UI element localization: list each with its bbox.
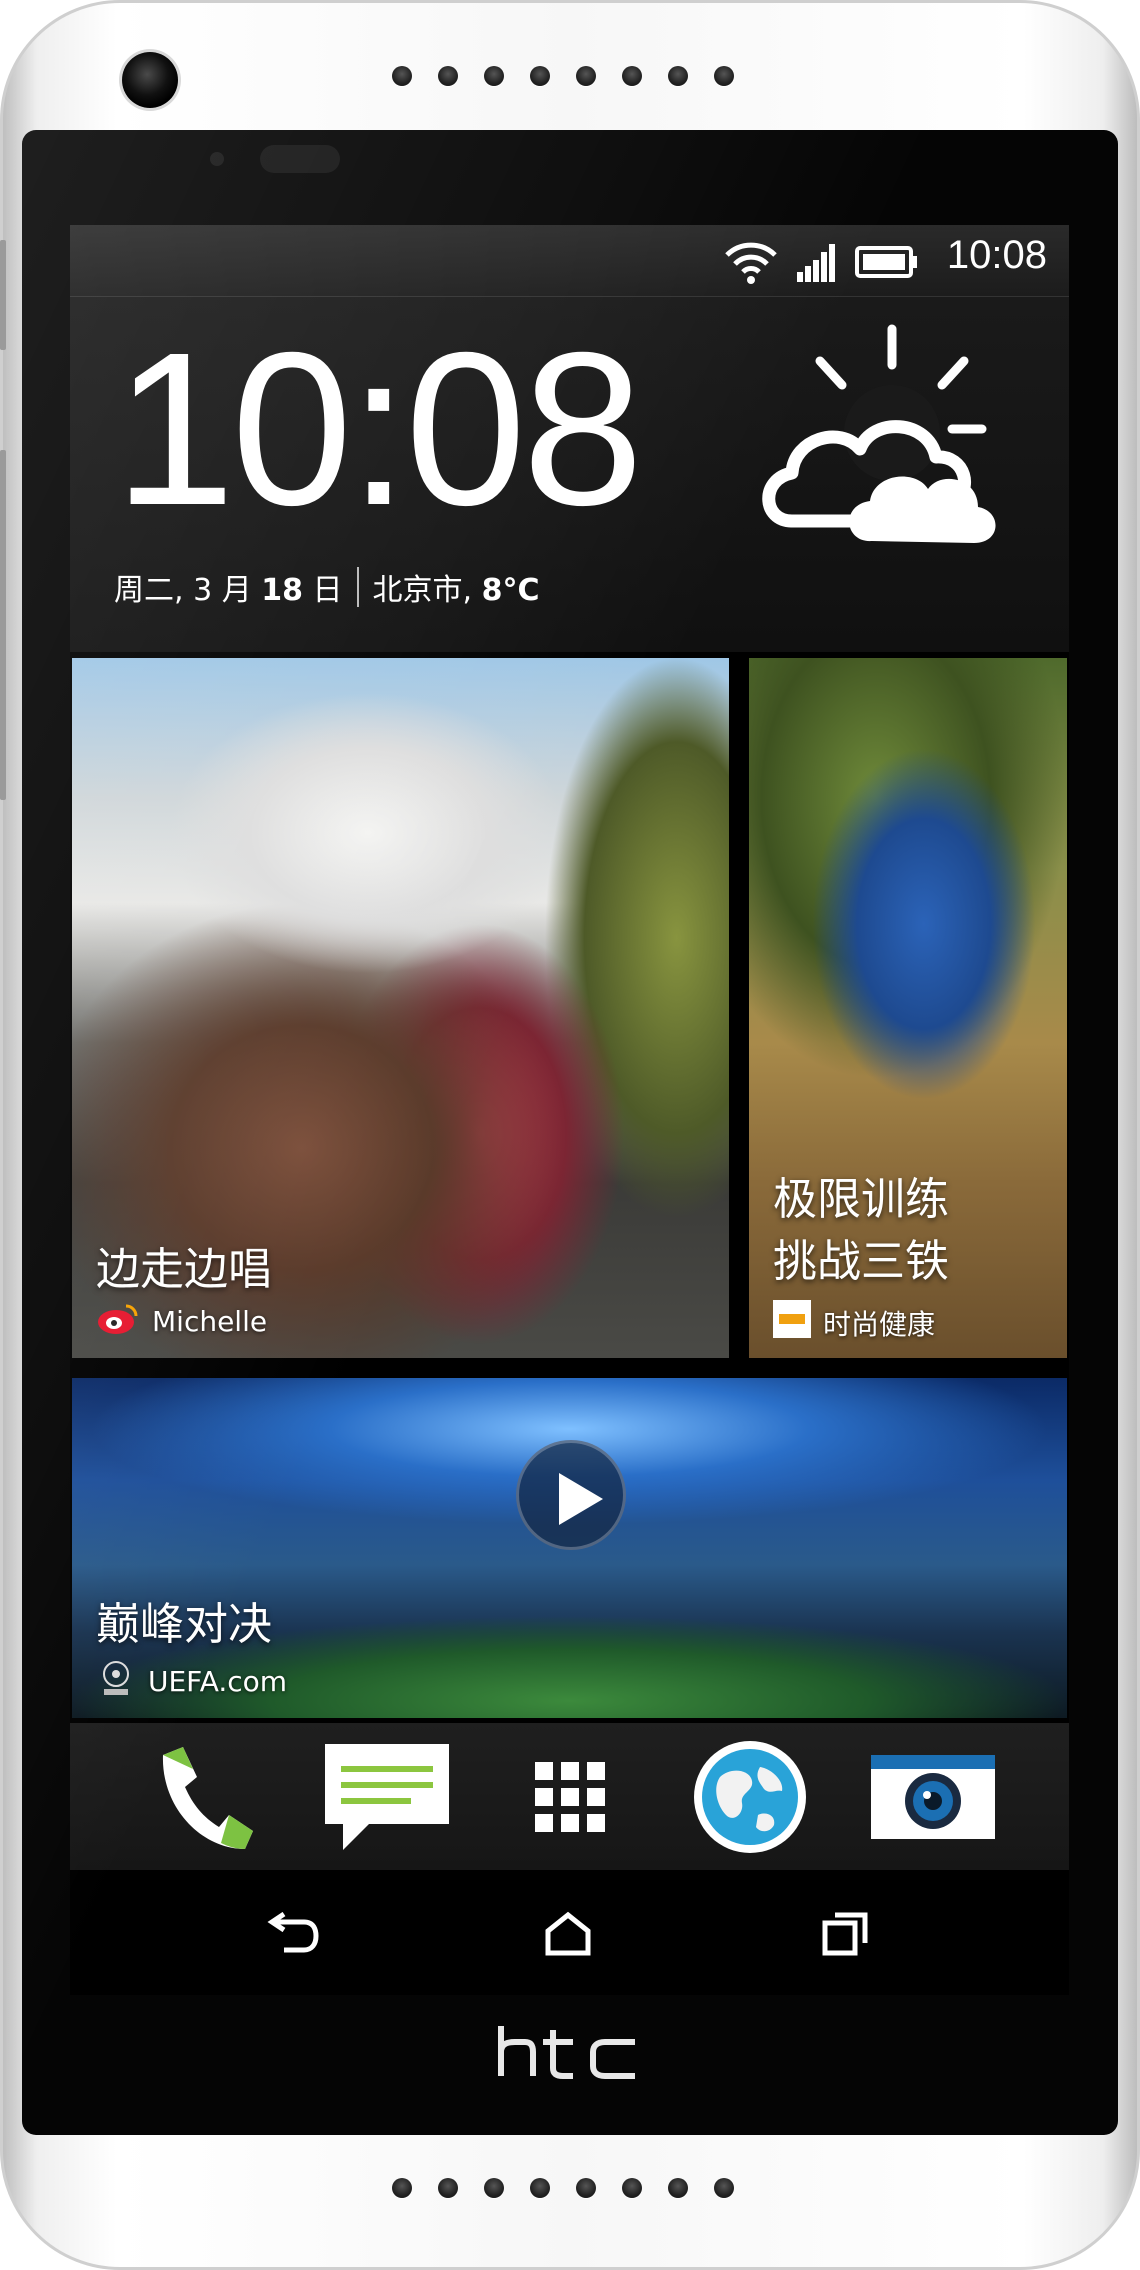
- date-location-row: 周二, 3 月 18 日 北京市, 8°C: [114, 565, 540, 609]
- tile-source: Michelle: [96, 1300, 267, 1343]
- date-text: 周二, 3 月 18 日: [114, 565, 343, 609]
- camera-icon[interactable]: [868, 1735, 998, 1859]
- phone-icon[interactable]: [136, 1735, 266, 1859]
- volume-button: [0, 240, 6, 350]
- tile-caption-line2: 挑战三铁: [773, 1236, 949, 1287]
- feed-tile-music[interactable]: 边走边唱 Michelle: [72, 658, 729, 1358]
- top-speaker-grille: [392, 66, 734, 86]
- publisher-logo-icon: [773, 1300, 811, 1345]
- messages-icon[interactable]: [322, 1735, 452, 1859]
- temperature-text: 8°C: [481, 573, 540, 608]
- clock-weather-widget[interactable]: 10:08 周二, 3 月 18 日 北京市, 8°C: [70, 297, 1069, 652]
- wifi-icon: [723, 239, 779, 289]
- tile-source-label: UEFA.com: [148, 1665, 288, 1698]
- browser-globe-icon[interactable]: [685, 1735, 815, 1859]
- app-dock: [70, 1723, 1069, 1870]
- date-suffix: 日: [302, 573, 343, 608]
- tile-caption: 边走边唱: [96, 1244, 272, 1295]
- home-screen: 10:08 10:08 周二, 3 月 18 日 北京市, 8°C 边走边唱 M…: [70, 225, 1069, 1995]
- navigation-bar: [70, 1870, 1069, 1995]
- side-rail: [0, 450, 6, 800]
- clock-time: 10:08: [114, 308, 644, 551]
- date-prefix: 周二, 3 月: [114, 573, 262, 608]
- app-drawer-icon[interactable]: [505, 1735, 635, 1859]
- bottom-speaker-grille: [392, 2178, 734, 2198]
- location-weather-text: 北京市, 8°C: [373, 565, 540, 609]
- light-sensor: [210, 152, 224, 166]
- tile-source-label: Michelle: [152, 1305, 268, 1338]
- divider: [356, 567, 359, 607]
- front-camera: [122, 52, 178, 108]
- tile-source: 时尚健康: [773, 1300, 935, 1345]
- htc-logo: [495, 2022, 645, 2082]
- tile-source: UEFA.com: [96, 1658, 287, 1705]
- proximity-sensor: [260, 145, 340, 173]
- partly-cloudy-icon[interactable]: [752, 321, 1012, 561]
- champions-league-icon: [96, 1658, 136, 1705]
- feed-tile-video[interactable]: 巅峰对决 UEFA.com: [72, 1378, 1067, 1718]
- recents-icon[interactable]: [806, 1904, 886, 1964]
- status-bar: 10:08: [70, 225, 1069, 297]
- back-icon[interactable]: [252, 1904, 332, 1964]
- tile-caption-line1: 极限训练: [773, 1174, 949, 1225]
- play-icon[interactable]: [516, 1440, 626, 1550]
- tile-caption: 巅峰对决: [96, 1599, 272, 1650]
- signal-icon: [797, 242, 837, 286]
- status-time: 10:08: [946, 233, 1047, 277]
- tile-source-label: 时尚健康: [823, 1307, 936, 1341]
- weibo-icon: [96, 1300, 140, 1343]
- date-day: 18: [261, 573, 303, 608]
- home-icon[interactable]: [528, 1904, 608, 1964]
- battery-icon: [855, 244, 919, 284]
- feed-tile-fitness[interactable]: 极限训练 挑战三铁 时尚健康: [749, 658, 1067, 1358]
- location-text: 北京市,: [372, 573, 482, 608]
